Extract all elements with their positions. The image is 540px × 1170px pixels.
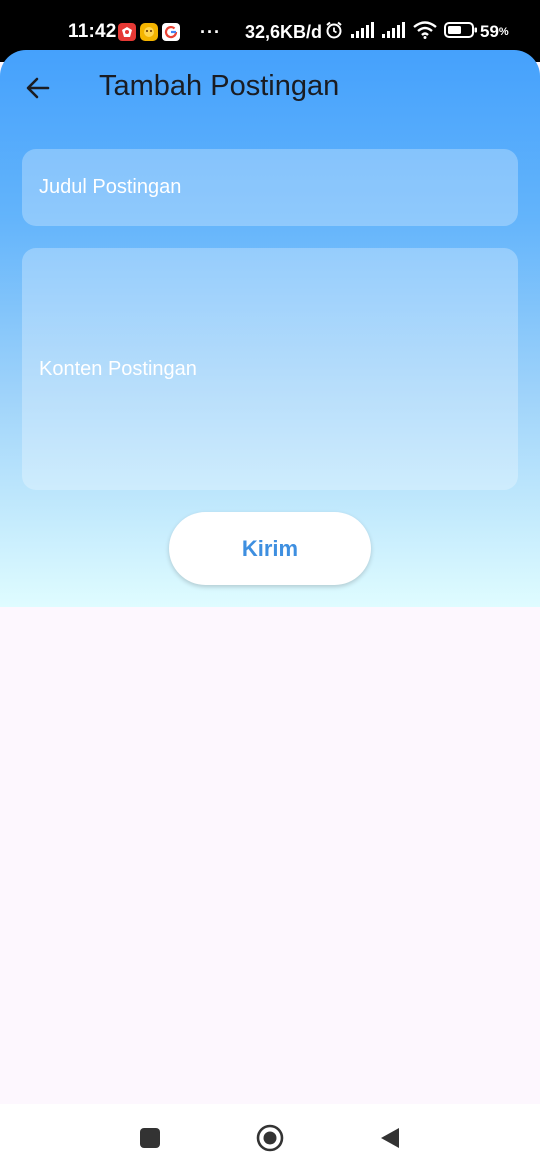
- back-triangle-icon: [381, 1128, 399, 1148]
- signal-icon: [351, 21, 375, 43]
- back-button[interactable]: [18, 68, 58, 108]
- home-circle-icon: [256, 1124, 284, 1152]
- page-title: Tambah Postingan: [99, 70, 340, 102]
- battery-percent-unit: %: [498, 26, 509, 38]
- title-input[interactable]: [39, 176, 518, 199]
- content-input[interactable]: [39, 356, 518, 382]
- google-icon: [162, 23, 180, 41]
- battery-percentage: 59%: [480, 19, 509, 45]
- system-back-button[interactable]: [376, 1124, 404, 1152]
- status-time: 11:42: [68, 21, 117, 42]
- wifi-icon: [413, 20, 437, 44]
- signal-icon: [382, 21, 406, 43]
- notification-icons: [118, 19, 180, 45]
- title-field[interactable]: [22, 149, 518, 226]
- battery-percent-value: 59: [480, 22, 499, 41]
- network-speed: 32,6KB/d: [245, 21, 323, 42]
- screen: 11:42 ··· 32,6KB/d 59 % Tambah Postingan…: [0, 0, 540, 1170]
- battery-icon: [444, 21, 478, 44]
- more-notifications-icon: ···: [200, 21, 221, 42]
- system-icons: [324, 19, 478, 45]
- app-bar: Tambah Postingan: [0, 50, 540, 126]
- navigation-bar: [0, 1104, 540, 1170]
- arrow-left-icon: [26, 77, 50, 99]
- submit-button[interactable]: Kirim: [169, 512, 371, 585]
- recents-square-icon: [140, 1128, 160, 1148]
- game-app-icon: [140, 23, 158, 41]
- recents-button[interactable]: [136, 1124, 164, 1152]
- red-app-icon: [118, 23, 136, 41]
- form-area: Tambah Postingan Kirim: [0, 50, 540, 607]
- alarm-icon: [324, 20, 344, 45]
- home-button[interactable]: [256, 1124, 284, 1152]
- content-field[interactable]: [22, 248, 518, 490]
